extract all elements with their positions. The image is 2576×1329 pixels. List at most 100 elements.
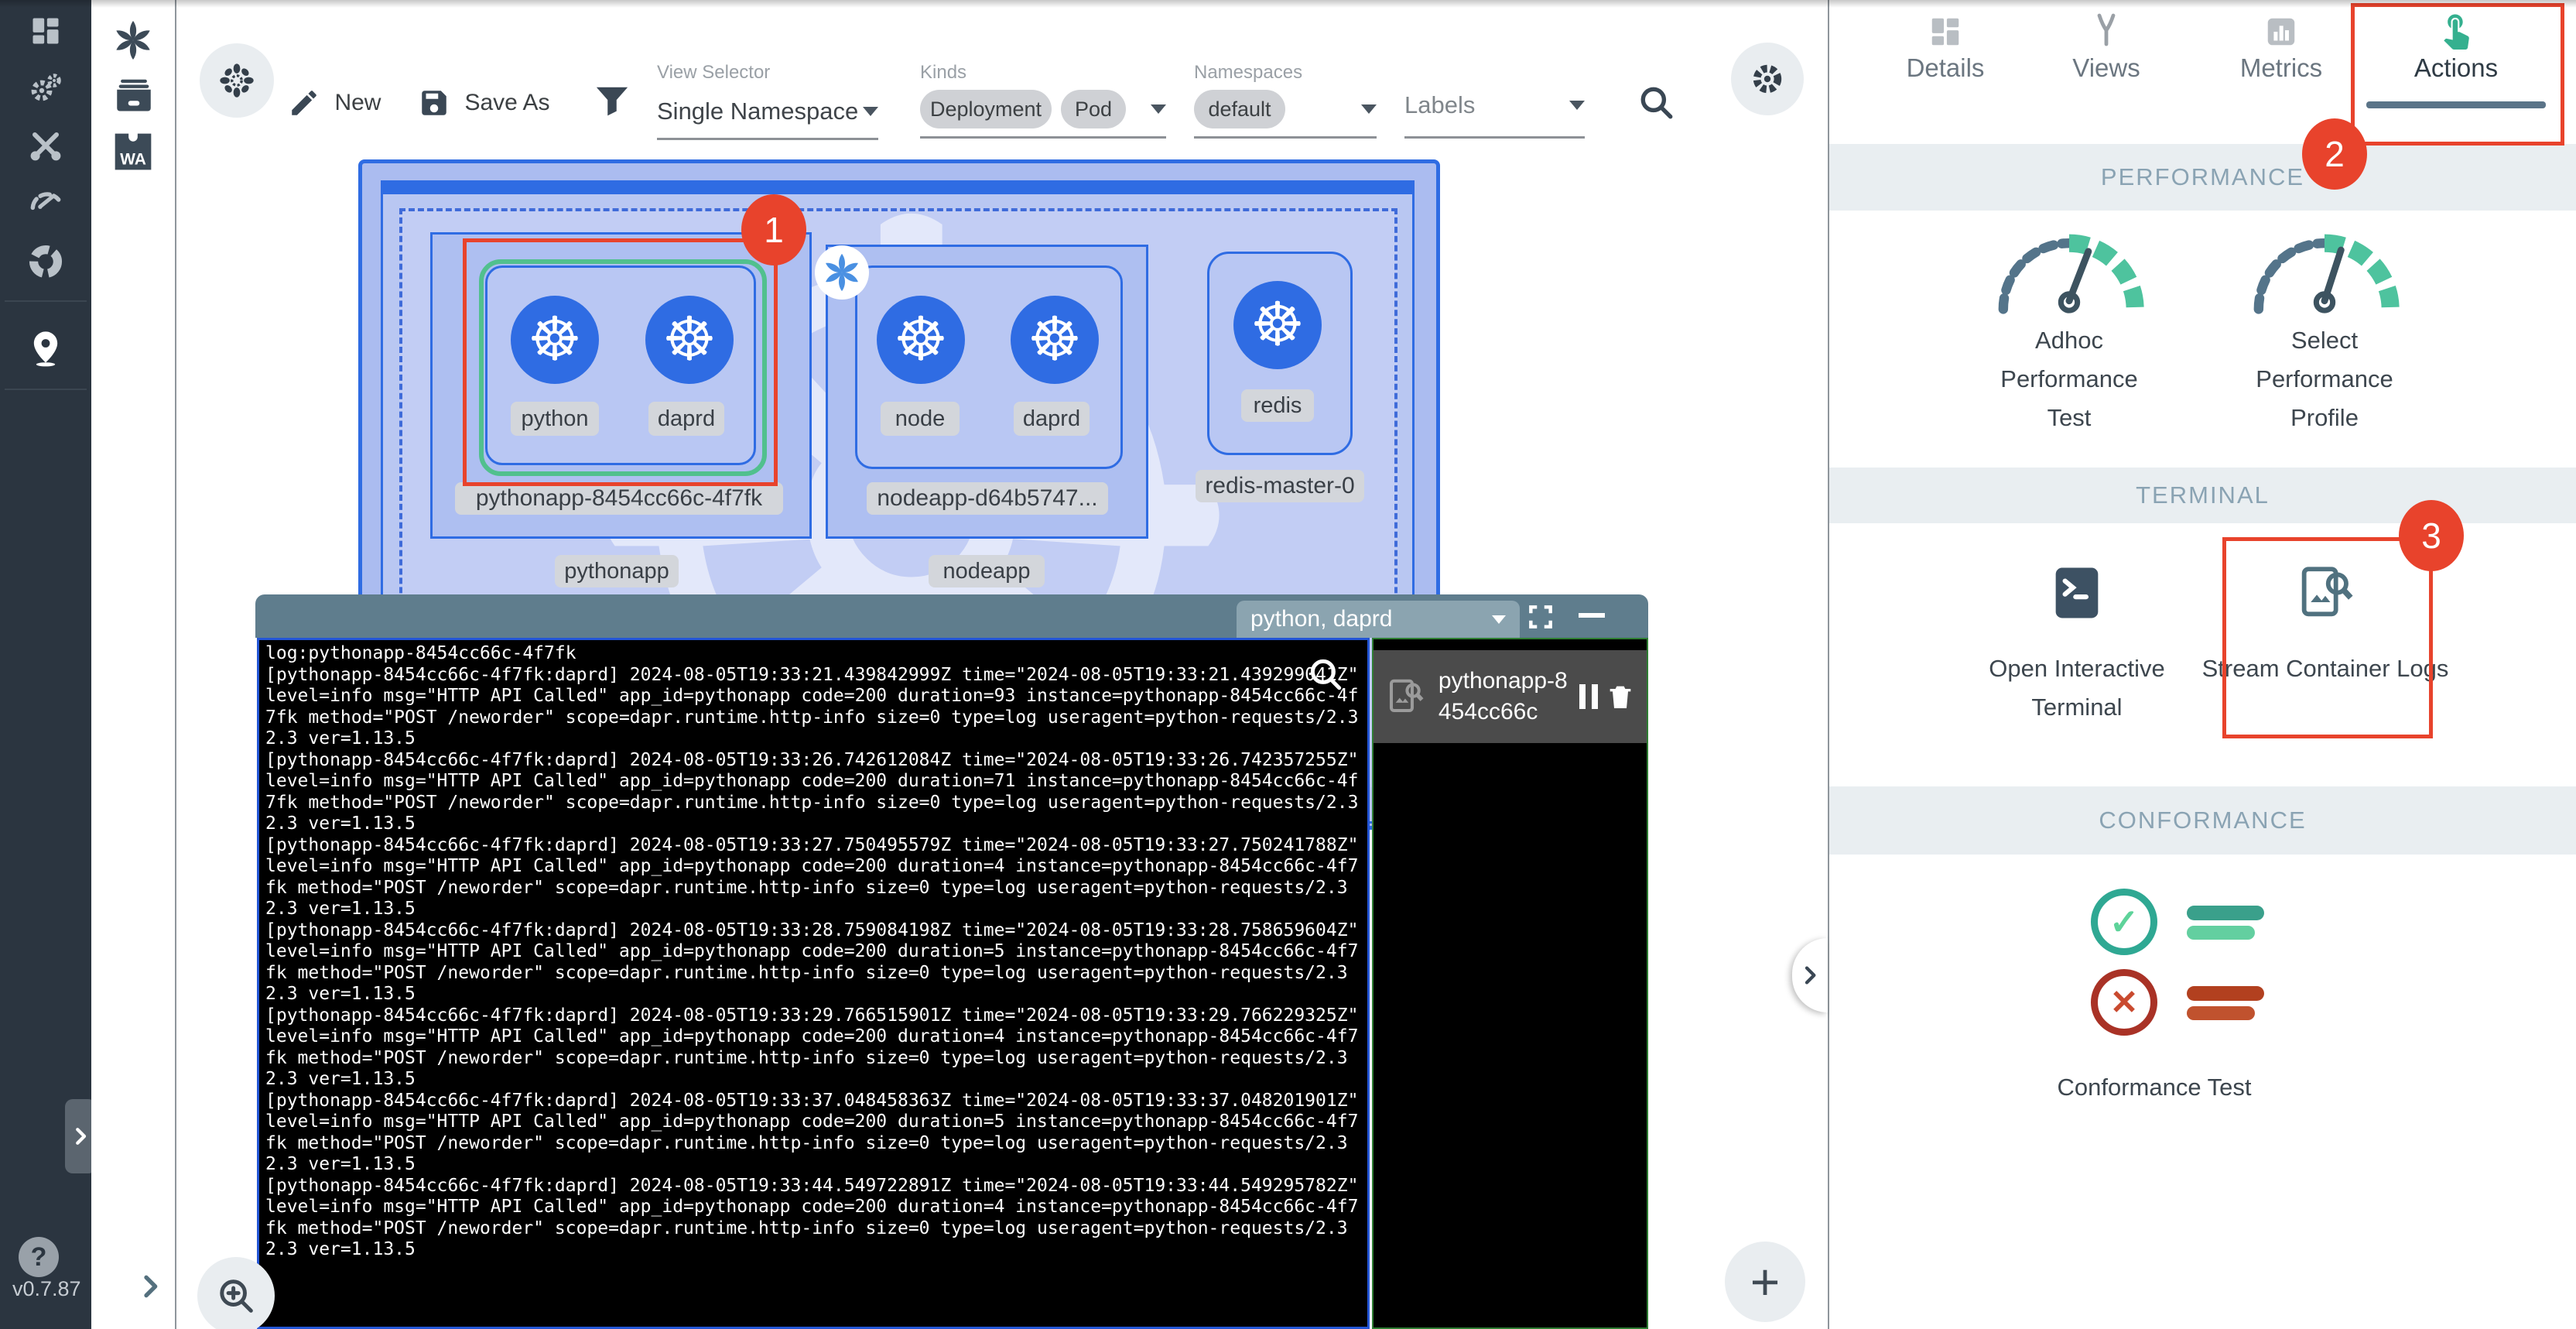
panel-collapse-button[interactable]	[1792, 938, 1828, 1012]
annotation-box-3	[2222, 537, 2433, 738]
tab-views[interactable]: Views	[2037, 11, 2176, 83]
mesh-donut-icon[interactable]	[0, 237, 91, 286]
terminal-fullscreen-button[interactable]	[1526, 602, 1555, 635]
search-icon	[1637, 84, 1676, 122]
kinds-underline	[920, 136, 1166, 139]
chevron-right-icon	[69, 1125, 92, 1148]
dapr-logo-icon[interactable]	[110, 17, 156, 67]
view-selector[interactable]: View Selector Single Namespace	[657, 62, 878, 140]
right-panel: Details Views Metrics Actions PERFORMANC…	[1829, 0, 2576, 1329]
action-adhoc-performance-test[interactable]: Adhoc Performance Test	[1984, 232, 2154, 437]
container-label: node	[881, 402, 960, 436]
pod-name-label: nodeapp-d64b5747...	[867, 482, 1108, 515]
view-selector-underline	[657, 138, 878, 140]
kind-chip[interactable]: Deployment	[920, 90, 1052, 128]
dashboard-icon[interactable]	[0, 6, 91, 56]
tab-metrics[interactable]: Metrics	[2212, 14, 2351, 83]
pod-name-label: pythonapp-8454cc66c-4f7fk	[455, 482, 783, 515]
tab-metrics-label: Metrics	[2212, 53, 2351, 83]
action-select-performance-profile[interactable]: Select Performance Profile	[2239, 232, 2410, 437]
fail-bar	[2187, 986, 2264, 1001]
log-entry: [pythonapp-8454cc66c-4f7fk:daprd] 2024-0…	[265, 1176, 1361, 1261]
log-entry: [pythonapp-8454cc66c-4f7fk:daprd] 2024-0…	[265, 750, 1361, 835]
action-label: Open Interactive Terminal	[1953, 649, 2201, 727]
chevron-right-icon	[135, 1271, 166, 1302]
namespaces-label: Namespaces	[1194, 62, 1377, 84]
stream-list-item[interactable]: pythonapp-8454cc66c	[1374, 650, 1647, 743]
metrics-bars-icon	[2263, 14, 2299, 50]
namespaces-filter[interactable]: Namespaces default	[1194, 62, 1377, 139]
stream-list-pane: pythonapp-8454cc66c	[1372, 638, 1648, 1329]
container-selector-dropdown[interactable]: python, daprd	[1237, 601, 1520, 638]
chevron-down-icon	[1492, 615, 1506, 624]
logo-rail-expand-button[interactable]	[135, 1271, 166, 1306]
log-search-icon[interactable]	[1306, 655, 1345, 697]
search-button[interactable]	[1637, 84, 1676, 126]
stream-name: pythonapp-8454cc66c	[1439, 666, 1577, 728]
zoom-in-button[interactable]	[197, 1257, 275, 1329]
section-header-terminal: TERMINAL	[1829, 468, 2576, 523]
archive-icon[interactable]	[111, 73, 156, 122]
pass-bar	[2187, 906, 2264, 920]
svg-text:WA: WA	[120, 150, 146, 168]
graph-options-button[interactable]	[200, 43, 274, 118]
help-button[interactable]: ?	[19, 1237, 59, 1277]
settings-button[interactable]	[1731, 43, 1804, 115]
trash-icon[interactable]	[1605, 680, 1636, 714]
container-node[interactable]: ☸	[877, 296, 965, 384]
labels-filter[interactable]: Labels	[1404, 91, 1585, 139]
tab-details[interactable]: Details	[1876, 14, 2015, 83]
pause-icon[interactable]	[1577, 681, 1600, 712]
add-button[interactable]: +	[1725, 1242, 1805, 1322]
action-label: Select Performance Profile	[2239, 321, 2410, 437]
container-selector-value: python, daprd	[1250, 606, 1392, 632]
namespace-chip[interactable]: default	[1194, 90, 1285, 128]
log-output-pane[interactable]: log:pythonapp-8454cc66c-4f7fk [pythonapp…	[257, 638, 1370, 1329]
rail-separator	[175, 0, 176, 1329]
magnifier-plus-icon	[215, 1275, 257, 1317]
chevron-right-icon	[1798, 963, 1822, 988]
terminal-minimize-button[interactable]	[1579, 613, 1605, 618]
wasm-icon[interactable]: WA	[111, 130, 155, 177]
chevron-down-icon	[1151, 104, 1166, 114]
funnel-icon	[594, 84, 630, 119]
namespaces-underline	[1194, 136, 1377, 139]
chevron-down-icon	[1361, 104, 1377, 114]
save-as-button[interactable]: Save As	[418, 87, 550, 119]
kind-chip[interactable]: Pod	[1061, 90, 1126, 128]
section-header-performance: PERFORMANCE	[1829, 144, 2576, 211]
location-pin-icon[interactable]	[0, 324, 91, 373]
dapr-sidecar-icon	[815, 245, 869, 300]
log-entry: [pythonapp-8454cc66c-4f7fk:daprd] 2024-0…	[265, 665, 1361, 750]
log-entry: [pythonapp-8454cc66c-4f7fk:daprd] 2024-0…	[265, 835, 1361, 920]
annotation-box-1	[463, 238, 778, 486]
pass-bar	[2187, 926, 2255, 940]
left-rail: ? v0.7.87	[0, 0, 91, 1329]
fullscreen-icon	[1526, 602, 1555, 632]
tab-views-label: Views	[2037, 53, 2176, 83]
tab-details-label: Details	[1876, 53, 2015, 83]
new-button[interactable]: New	[288, 87, 381, 119]
action-open-interactive-terminal[interactable]: Open Interactive Terminal	[1953, 560, 2201, 727]
floppy-save-icon	[418, 87, 450, 119]
filter-button[interactable]	[594, 84, 630, 123]
settings-gears-icon[interactable]	[0, 63, 91, 113]
section-header-conformance: CONFORMANCE	[1829, 786, 2576, 855]
fail-bar	[2187, 1006, 2255, 1020]
terminal-icon	[2045, 560, 2109, 625]
kinds-filter[interactable]: Kinds Deployment Pod	[920, 62, 1166, 139]
annotation-badge-2: 2	[2302, 118, 2367, 190]
pencil-icon	[288, 87, 320, 119]
action-label: Conformance Test	[1992, 1068, 2317, 1107]
action-conformance-test[interactable]: ✓ ✕ Conformance Test	[2046, 882, 2371, 1107]
container-redis[interactable]: ☸	[1233, 281, 1322, 369]
x-circle-icon: ✕	[2091, 969, 2157, 1036]
panel-separator	[1828, 0, 1829, 1329]
tools-icon[interactable]	[0, 121, 91, 170]
container-daprd[interactable]: ☸	[1011, 296, 1099, 384]
action-label: Adhoc Performance Test	[1984, 321, 2154, 437]
container-label: redis	[1241, 389, 1314, 422]
gauge-meter-icon	[1986, 232, 2152, 317]
gauge-icon[interactable]	[0, 175, 91, 224]
annotation-box-2	[2351, 3, 2564, 146]
